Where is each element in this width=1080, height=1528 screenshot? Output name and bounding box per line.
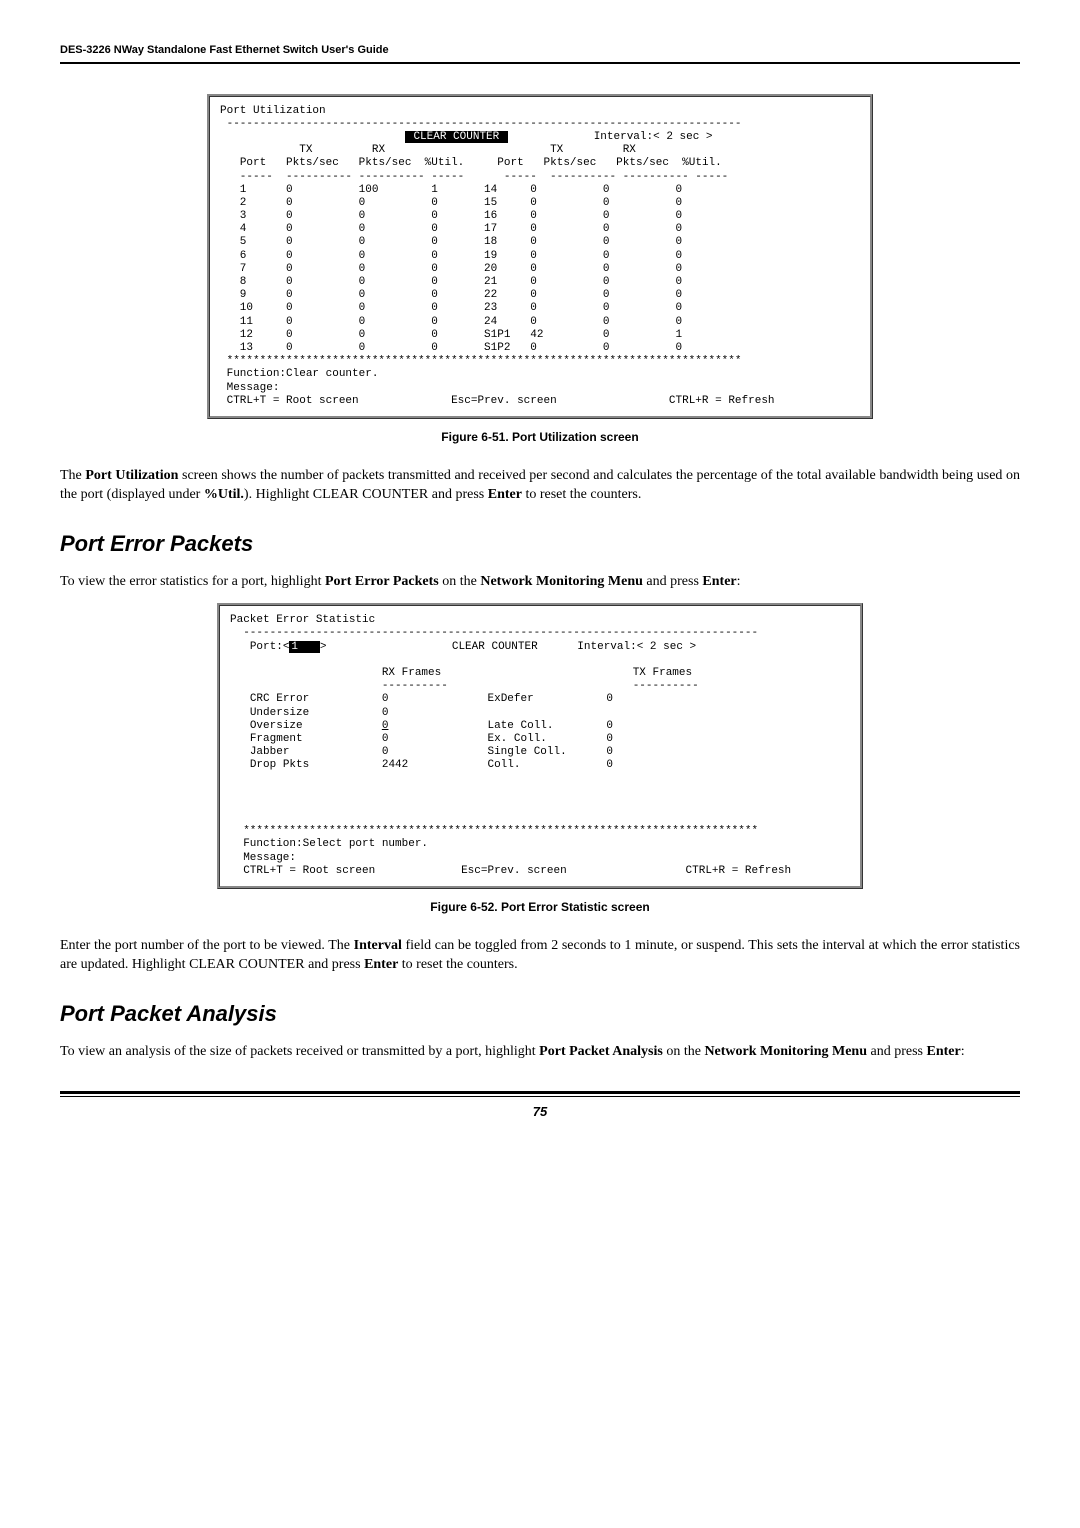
figure-caption-2: Figure 6-52. Port Error Statistic screen	[60, 899, 1020, 916]
para-4: To view an analysis of the size of packe…	[60, 1042, 1020, 1062]
para-2: To view the error statistics for a port,…	[60, 572, 1020, 592]
page-number: 75	[60, 1103, 1020, 1121]
figure-caption-1: Figure 6-51. Port Utilization screen	[60, 429, 1020, 446]
t1-msg: Message:	[227, 382, 280, 394]
header-text: DES-3226 NWay Standalone Fast Ethernet S…	[60, 44, 389, 56]
section-port-packet-analysis: Port Packet Analysis	[60, 999, 1020, 1030]
t1-func: Function:Clear counter.	[227, 368, 379, 380]
footer-rule	[60, 1091, 1020, 1097]
clear-counter-highlight[interactable]: CLEAR COUNTER	[405, 131, 508, 143]
section-port-error-packets: Port Error Packets	[60, 529, 1020, 560]
t1-data-rows: 1 0 100 1 14 0 0 0 2 0 0 0 15 0 0 0 3 0 …	[220, 184, 682, 354]
t2-msg: Message:	[243, 852, 296, 864]
t2-title: Packet Error Statistic	[230, 614, 375, 626]
t1-interval: Interval:< 2 sec >	[594, 131, 713, 143]
page-header: DES-3226 NWay Standalone Fast Ethernet S…	[60, 40, 1020, 64]
para-1: The Port Utilization screen shows the nu…	[60, 466, 1020, 505]
para-3: Enter the port number of the port to be …	[60, 936, 1020, 975]
port-utilization-terminal: Port Utilization -----------------------…	[207, 94, 873, 419]
t2-func: Function:Select port number.	[243, 838, 428, 850]
port-value-highlight[interactable]: 1	[289, 641, 319, 653]
t1-title: Port Utilization	[220, 105, 326, 117]
packet-error-terminal: Packet Error Statistic -----------------…	[217, 603, 863, 889]
